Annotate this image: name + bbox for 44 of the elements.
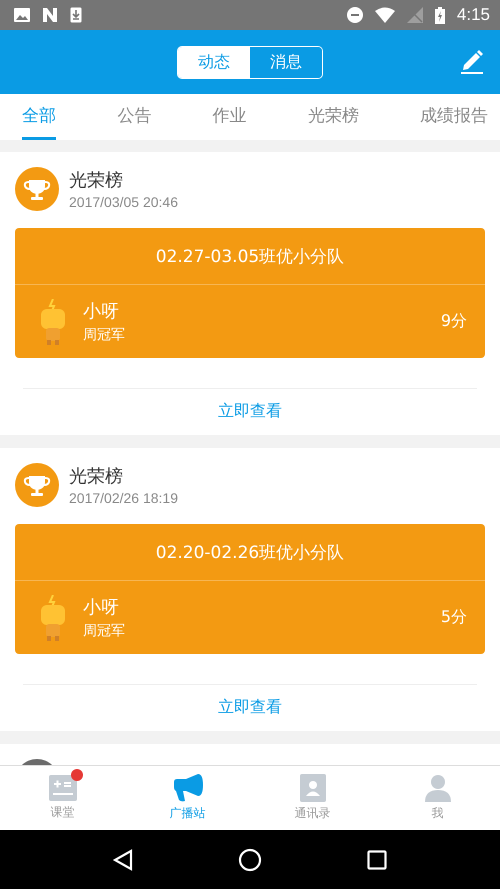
filter-tab[interactable]: 成绩报告 (420, 94, 488, 140)
home-icon[interactable] (238, 848, 262, 872)
back-icon[interactable] (112, 848, 133, 870)
nav-tab[interactable]: 通讯录 (250, 766, 375, 830)
segment-tab[interactable]: 动态 (178, 46, 250, 78)
signal-icon (406, 7, 423, 23)
award-label: 周冠军 (83, 326, 126, 344)
post-title: 光荣榜 (69, 169, 124, 192)
megaphone-icon (172, 774, 204, 802)
winner-name: 小呀 (83, 300, 120, 323)
figure-icon (39, 298, 67, 344)
nav-tab[interactable]: 广播站 (125, 766, 250, 830)
contacts-icon (300, 774, 326, 802)
score-value: 9分 (440, 311, 467, 332)
battery-icon (434, 6, 445, 24)
figure-icon (39, 594, 67, 640)
filter-tab[interactable]: 光荣榜 (308, 94, 359, 140)
award-label: 周冠军 (83, 622, 126, 640)
trophy-icon (15, 463, 59, 507)
team-title: 02.20-02.26班优小分队 (15, 524, 485, 581)
image-icon (14, 8, 30, 22)
download-icon (70, 7, 82, 23)
trophy-icon (15, 167, 59, 211)
board-icon (48, 775, 76, 801)
recents-icon[interactable] (367, 850, 388, 870)
do-not-disturb-icon (346, 7, 363, 23)
filter-tab[interactable]: 作业 (212, 94, 246, 140)
person-icon (424, 774, 450, 802)
edit-icon[interactable] (460, 48, 484, 74)
view-now-link[interactable]: 立即查看 (15, 389, 485, 435)
post-time: 2017/02/26 18:19 (69, 490, 178, 506)
score-value: 5分 (440, 607, 467, 628)
nav-tab[interactable]: 我 (375, 766, 500, 830)
clock-time: 4:15 (456, 5, 490, 25)
n-icon (42, 8, 58, 22)
view-now-link[interactable]: 立即查看 (15, 685, 485, 731)
filter-tab[interactable]: 公告 (117, 94, 152, 140)
filter-tab[interactable]: 全部 (22, 94, 56, 140)
post-time: 2017/03/05 20:46 (69, 194, 178, 210)
nav-tab[interactable]: 课堂 (0, 766, 125, 830)
winner-name: 小呀 (83, 596, 120, 619)
team-title: 02.27-03.05班优小分队 (15, 228, 485, 285)
post-title: 光荣榜 (69, 465, 124, 488)
wifi-icon (374, 7, 395, 23)
